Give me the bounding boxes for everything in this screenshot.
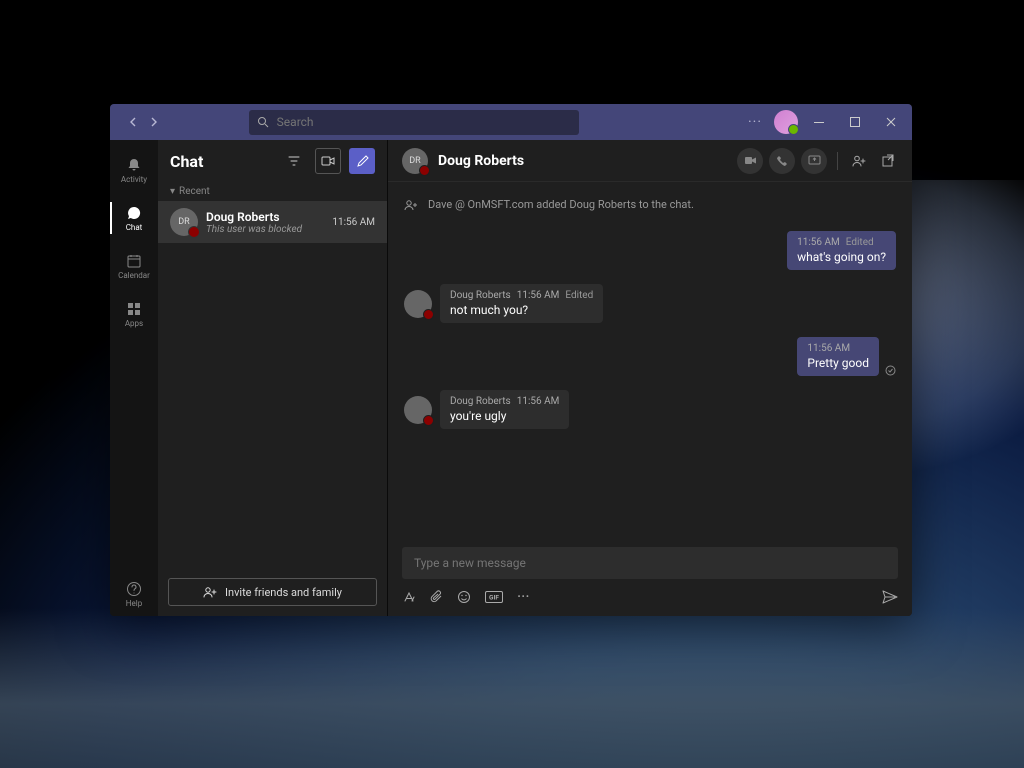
invite-icon — [203, 586, 217, 598]
msg-text: you're ugly — [450, 409, 559, 423]
history-nav — [122, 112, 164, 132]
add-people-button[interactable] — [848, 150, 870, 172]
back-button[interactable] — [122, 112, 142, 132]
conversation-header: DR Doug Roberts — [388, 140, 912, 182]
system-message: Dave @ OnMSFT.com added Doug Roberts to … — [404, 198, 896, 211]
emoji-button[interactable] — [457, 590, 471, 604]
search-box[interactable] — [249, 110, 579, 135]
rail-help[interactable]: Help — [110, 572, 158, 616]
message-composer: GIF ··· — [388, 539, 912, 616]
edited-label: Edited — [846, 237, 874, 248]
conversation-avatar: DR — [402, 148, 428, 174]
new-chat-button[interactable] — [349, 148, 375, 174]
send-button[interactable] — [882, 590, 898, 604]
msg-author: Doug Roberts — [450, 290, 511, 301]
contact-name: Doug Roberts — [206, 210, 324, 224]
chat-list-item[interactable]: DR Doug Roberts This user was blocked 11… — [158, 201, 387, 243]
screen-share-button[interactable] — [801, 148, 827, 174]
sender-avatar — [404, 396, 432, 424]
msg-author: Doug Roberts — [450, 396, 511, 407]
rail-label: Apps — [125, 319, 143, 328]
msg-time: 11:56 AM — [517, 396, 560, 407]
invite-label: Invite friends and family — [225, 586, 342, 599]
section-label: Recent — [179, 186, 210, 197]
rail-label: Activity — [121, 175, 147, 184]
rail-chat[interactable]: Chat — [110, 196, 158, 240]
chat-list-title: Chat — [170, 152, 273, 171]
msg-time: 11:56 AM — [797, 237, 840, 248]
chat-list-item-body: Doug Roberts This user was blocked — [206, 210, 324, 235]
edited-label: Edited — [565, 290, 593, 301]
bell-icon — [126, 157, 142, 173]
chevron-down-icon: ▾ — [170, 186, 175, 197]
chat-list-panel: Chat ▾ Recent DR Doug Roberts This user … — [158, 140, 388, 616]
chat-timestamp: 11:56 AM — [332, 217, 375, 228]
section-recent[interactable]: ▾ Recent — [158, 182, 387, 201]
audio-call-button[interactable] — [769, 148, 795, 174]
msg-text: what's going on? — [797, 250, 886, 264]
search-icon — [257, 116, 269, 128]
app-window: ··· Activity Chat Calendar Apps — [110, 104, 912, 616]
forward-button[interactable] — [144, 112, 164, 132]
app-body: Activity Chat Calendar Apps Help Cha — [110, 140, 912, 616]
rail-apps[interactable]: Apps — [110, 292, 158, 336]
read-receipt-icon — [885, 365, 896, 376]
more-options-button[interactable]: ··· — [748, 114, 762, 130]
calendar-icon — [126, 253, 142, 269]
filter-button[interactable] — [281, 148, 307, 174]
popout-button[interactable] — [876, 150, 898, 172]
chat-preview-text: This user was blocked — [206, 224, 324, 235]
rail-label: Calendar — [118, 271, 150, 280]
msg-text: Pretty good — [807, 356, 869, 370]
close-button[interactable] — [876, 108, 906, 136]
message-received[interactable]: Doug Roberts 11:56 AM Edited not much you? — [404, 284, 896, 323]
minimize-button[interactable] — [804, 108, 834, 136]
user-avatar[interactable] — [774, 110, 798, 134]
video-call-button[interactable] — [737, 148, 763, 174]
message-input[interactable] — [402, 547, 898, 579]
titlebar-controls: ··· — [748, 108, 906, 136]
composer-toolbar: GIF ··· — [402, 587, 898, 606]
apps-icon — [126, 301, 142, 317]
help-icon — [126, 581, 142, 597]
maximize-button[interactable] — [840, 108, 870, 136]
gif-button[interactable]: GIF — [485, 591, 503, 603]
person-add-icon — [404, 199, 418, 211]
conversation-actions — [737, 148, 898, 174]
system-message-text: Dave @ OnMSFT.com added Doug Roberts to … — [428, 198, 694, 211]
svg-text:GIF: GIF — [489, 593, 499, 601]
sender-avatar — [404, 290, 432, 318]
contact-avatar: DR — [170, 208, 198, 236]
titlebar: ··· — [110, 104, 912, 140]
chat-list-header: Chat — [158, 140, 387, 182]
invite-section: Invite friends and family — [158, 568, 387, 616]
rail-label: Help — [126, 599, 142, 608]
message-sent[interactable]: 11:56 AM Pretty good — [404, 337, 896, 376]
rail-activity[interactable]: Activity — [110, 148, 158, 192]
conversation-title: Doug Roberts — [438, 153, 524, 169]
msg-time: 11:56 AM — [807, 343, 850, 354]
rail-label: Chat — [126, 223, 143, 232]
conversation-panel: DR Doug Roberts Dave @ OnMSFT.com added … — [388, 140, 912, 616]
meet-now-button[interactable] — [315, 148, 341, 174]
app-rail: Activity Chat Calendar Apps Help — [110, 140, 158, 616]
msg-time: 11:56 AM — [517, 290, 560, 301]
msg-text: not much you? — [450, 303, 593, 317]
format-button[interactable] — [402, 590, 416, 604]
message-sent[interactable]: 11:56 AM Edited what's going on? — [404, 231, 896, 270]
invite-button[interactable]: Invite friends and family — [168, 578, 377, 606]
message-received[interactable]: Doug Roberts 11:56 AM you're ugly — [404, 390, 896, 429]
message-list: Dave @ OnMSFT.com added Doug Roberts to … — [388, 182, 912, 539]
search-input[interactable] — [277, 115, 571, 129]
more-button[interactable]: ··· — [517, 587, 530, 606]
chat-icon — [126, 205, 142, 221]
rail-calendar[interactable]: Calendar — [110, 244, 158, 288]
attach-button[interactable] — [430, 590, 443, 604]
